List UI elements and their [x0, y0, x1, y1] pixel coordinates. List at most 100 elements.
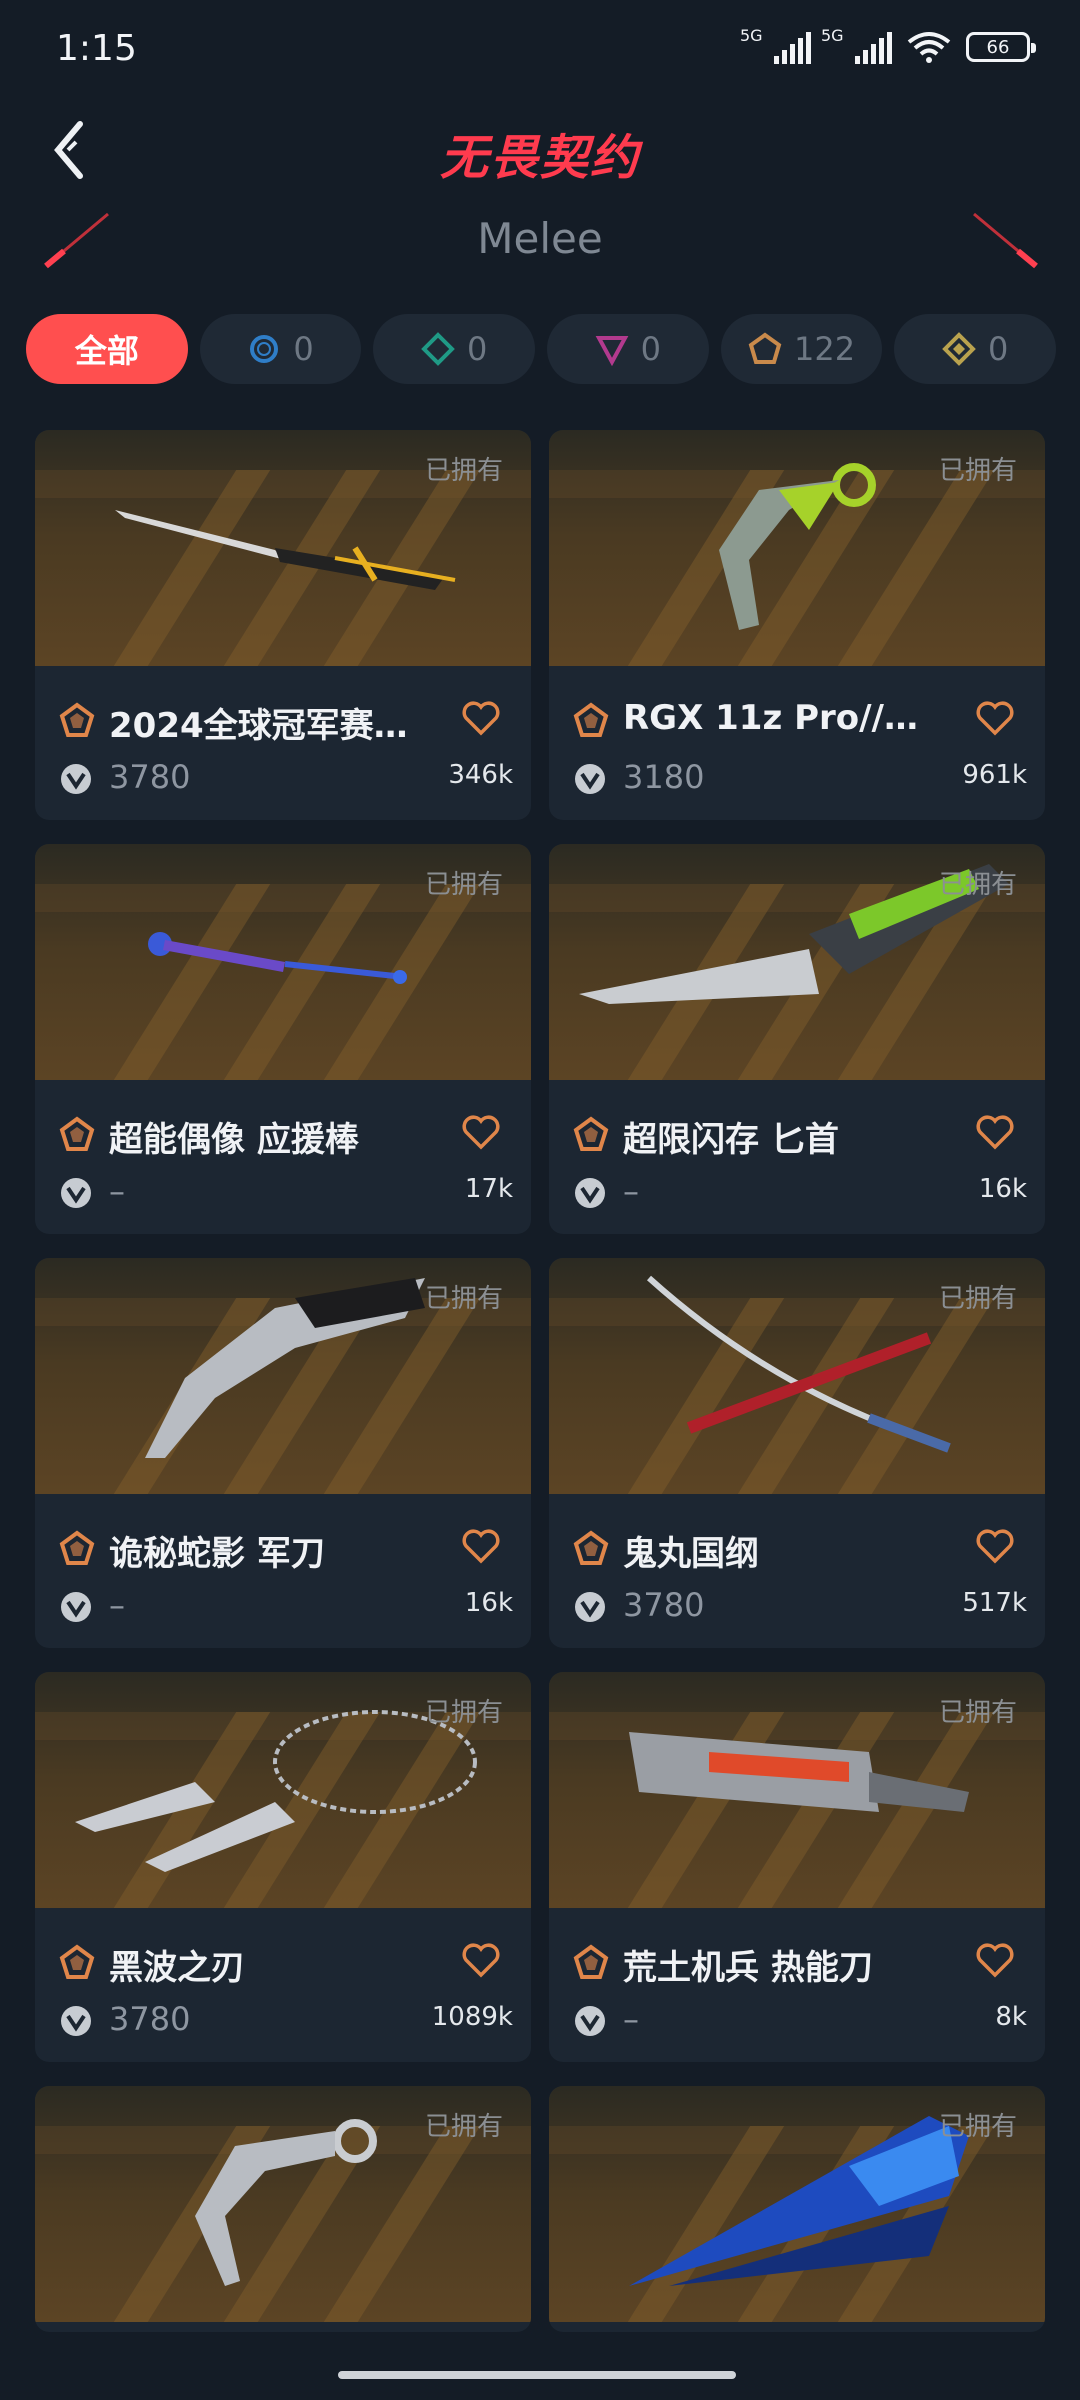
weapon-name: 黑波之刃: [109, 1948, 245, 1988]
status-time: 1:15: [56, 28, 137, 69]
filter-purple-chip[interactable]: 0: [547, 314, 709, 384]
owned-label: 已拥有: [424, 870, 503, 900]
category-title: Melee: [477, 214, 603, 263]
weapon-card[interactable]: 已拥有 超能偶像 应援棒 – 17k: [35, 844, 531, 1234]
favorite-heart-icon[interactable]: [461, 1528, 501, 1564]
weapon-price: 3780: [109, 758, 191, 796]
vp-currency-icon: [61, 764, 91, 794]
home-indicator[interactable]: [338, 2371, 736, 2379]
owned-label: 已拥有: [938, 2112, 1017, 2142]
filter-select-chip[interactable]: 0: [894, 314, 1057, 384]
app-logo: 无畏契约: [439, 130, 640, 186]
card-info: 黑波之刃 3780 1089k: [35, 1908, 531, 2062]
weapon-name: 诡秘蛇影 军刀: [109, 1534, 325, 1574]
exclusive-tier-icon: [573, 1944, 609, 1979]
vp-currency-icon: [61, 1178, 91, 1208]
card-info: 荒土机兵 热能刀 – 8k: [549, 1908, 1045, 2062]
weapon-name: 2024全球冠军赛…: [109, 706, 408, 746]
weapon-card[interactable]: 已拥有 超限闪存 匕首 – 16k: [549, 844, 1045, 1234]
weapon-name: RGX 11z Pro//3.0…: [623, 698, 923, 738]
exclusive-tier-icon: [59, 1944, 95, 1979]
filter-all-label: 全部: [74, 332, 139, 370]
signal-icon-2: 5G: [821, 26, 892, 64]
like-count: 17k: [464, 1174, 513, 1204]
weapon-card[interactable]: 已拥有 黑波之刃 3780 1089k: [35, 1672, 531, 2062]
filter-count: 0: [640, 330, 662, 368]
weapon-price: 3780: [623, 1586, 705, 1624]
owned-label: 已拥有: [424, 1284, 503, 1314]
vp-currency-icon: [575, 1178, 605, 1208]
weapon-price: 3780: [109, 2000, 191, 2038]
weapon-name: 超限闪存 匕首: [623, 1120, 839, 1160]
weapon-card[interactable]: 已拥有 RGX 11z Pro//3.0… 3180 961k: [549, 430, 1045, 820]
right-decor-icon: [973, 212, 1038, 269]
filter-count: 0: [467, 330, 488, 368]
favorite-heart-icon[interactable]: [461, 1942, 501, 1978]
owned-label: 已拥有: [938, 870, 1017, 900]
exclusive-tier-icon: [59, 702, 95, 737]
like-count: 16k: [978, 1174, 1027, 1204]
exclusive-tier-icon: [748, 332, 782, 364]
like-count: 346k: [448, 760, 513, 790]
filter-all-chip[interactable]: 全部: [26, 314, 188, 384]
card-info: RGX 11z Pro//3.0… 3180 961k: [549, 666, 1045, 820]
card-info: 鬼丸国纲 3780 517k: [549, 1494, 1045, 1648]
like-count: 1089k: [431, 2002, 513, 2032]
weapon-price: –: [623, 1172, 639, 1210]
favorite-heart-icon[interactable]: [975, 1942, 1015, 1978]
filter-count: 122: [793, 330, 856, 368]
blue-tier-icon: [250, 335, 279, 363]
vp-currency-icon: [575, 2006, 605, 2036]
like-count: 517k: [962, 1588, 1027, 1618]
owned-label: 已拥有: [938, 1284, 1017, 1314]
like-count: 961k: [962, 760, 1027, 790]
owned-label: 已拥有: [424, 1698, 503, 1728]
favorite-heart-icon[interactable]: [975, 1528, 1015, 1564]
signal-icon-1: 5G: [740, 26, 811, 64]
favorite-heart-icon[interactable]: [461, 700, 501, 736]
weapon-name: 荒土机兵 热能刀: [623, 1948, 873, 1988]
exclusive-tier-icon: [59, 1530, 95, 1565]
select-tier-icon: [942, 332, 976, 366]
weapon-price: –: [623, 2000, 639, 2038]
owned-label: 已拥有: [938, 456, 1017, 486]
weapon-card[interactable]: 已拥有 鬼丸国纲 3780 517k: [549, 1258, 1045, 1648]
filter-blue-chip[interactable]: 0: [199, 314, 362, 384]
filter-exclusive-chip[interactable]: 122: [720, 314, 883, 384]
owned-label: 已拥有: [424, 456, 503, 486]
vp-currency-icon: [575, 1592, 605, 1622]
filter-green-chip[interactable]: 0: [373, 314, 536, 384]
owned-label: 已拥有: [938, 1698, 1017, 1728]
favorite-heart-icon[interactable]: [975, 1114, 1015, 1150]
weapon-card[interactable]: 已拥有: [549, 2086, 1045, 2332]
like-count: 8k: [995, 2002, 1027, 2032]
card-info: 诡秘蛇影 军刀 – 16k: [35, 1494, 531, 1648]
card-info: 2024全球冠军赛… 3780 346k: [35, 666, 531, 820]
weapon-name: 超能偶像 应援棒: [109, 1120, 359, 1160]
filter-count: 0: [293, 330, 314, 368]
favorite-heart-icon[interactable]: [975, 700, 1015, 736]
green-tier-icon: [421, 332, 455, 366]
wifi-icon: [907, 32, 951, 63]
weapon-card[interactable]: 已拥有 诡秘蛇影 军刀 – 16k: [35, 1258, 531, 1648]
weapon-card[interactable]: 已拥有 荒土机兵 热能刀 – 8k: [549, 1672, 1045, 2062]
vp-currency-icon: [61, 1592, 91, 1622]
card-info: 超能偶像 应援棒 – 17k: [35, 1080, 531, 1234]
owned-label: 已拥有: [424, 2112, 503, 2142]
weapon-name: 鬼丸国纲: [623, 1534, 759, 1574]
favorite-heart-icon[interactable]: [461, 1114, 501, 1150]
tier-filter-bar: 全部 0 0 0 122 0: [26, 314, 1057, 384]
status-bar: 1:15 5G 5G 66: [0, 0, 1080, 96]
weapon-grid: 已拥有 2024全球冠军赛… 3780 346k 已拥有 RGX 11z Pro…: [35, 430, 1045, 2332]
vp-currency-icon: [61, 2006, 91, 2036]
weapon-card[interactable]: 已拥有: [35, 2086, 531, 2332]
weapon-price: –: [109, 1172, 125, 1210]
card-info: 超限闪存 匕首 – 16k: [549, 1080, 1045, 1234]
weapon-price: –: [109, 1586, 125, 1624]
exclusive-tier-icon: [573, 702, 609, 737]
status-icons: 5G 5G 66: [740, 26, 1036, 64]
battery-icon: 66: [966, 32, 1036, 62]
filter-count: 0: [988, 330, 1009, 368]
weapon-card[interactable]: 已拥有 2024全球冠军赛… 3780 346k: [35, 430, 531, 820]
vp-currency-icon: [575, 764, 605, 794]
